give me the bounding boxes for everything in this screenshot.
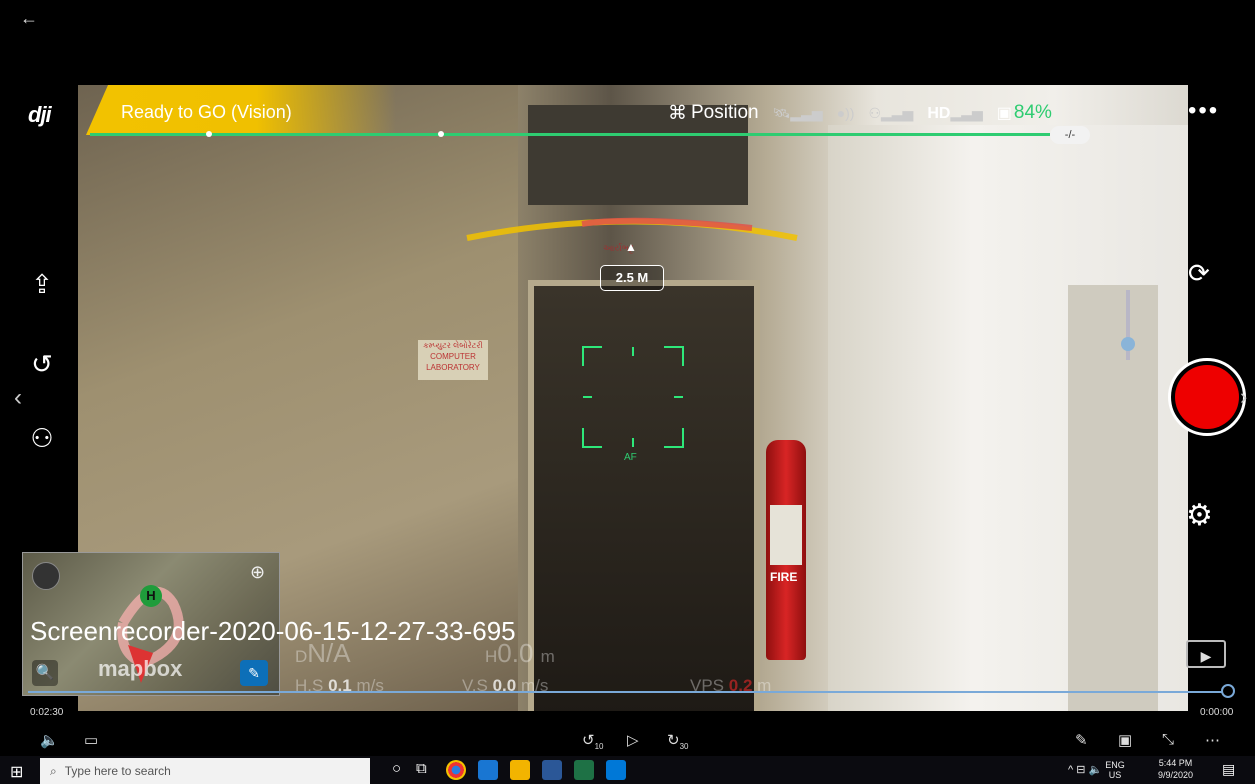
flight-mode[interactable]: Position	[691, 102, 759, 124]
hd-signal[interactable]: HD▂▃▅	[927, 102, 982, 124]
notification-icon[interactable]: ▤	[1222, 761, 1235, 778]
word-icon[interactable]	[542, 760, 562, 780]
tray-language[interactable]: ENG US	[1105, 760, 1125, 780]
back-arrow-icon[interactable]: ←	[20, 8, 38, 29]
extinguisher-label	[770, 505, 802, 565]
edit-icon[interactable]: ✎	[1075, 731, 1088, 749]
compass-icon[interactable]	[32, 562, 60, 590]
camera-settings-icon[interactable]: ⚙	[1186, 498, 1213, 533]
skip-forward-button[interactable]: ↻30	[667, 731, 688, 751]
progress-dot	[438, 131, 444, 137]
battery-percentage[interactable]: 84%	[1014, 102, 1052, 124]
dji-logo: dji	[28, 102, 52, 127]
chrome-icon[interactable]	[446, 760, 466, 780]
distance-readout: DN/A	[295, 638, 351, 668]
pillar	[1068, 285, 1158, 711]
horizontal-speed-readout: H.S 0.1 m/s	[295, 676, 384, 695]
telemetry-topbar: ⌘ Position 🛰▂▃▅ ●)) ⚇▂▃▅ HD▂▃▅ ▣ 84%	[668, 98, 1052, 128]
cortana-icon[interactable]: ○	[392, 760, 401, 777]
camera-switch-icon[interactable]: ⟳	[1188, 258, 1210, 289]
mapbox-logo: mapbox	[98, 656, 183, 681]
record-button[interactable]	[1168, 358, 1246, 436]
home-marker: H	[140, 585, 162, 607]
af-label: AF	[624, 452, 637, 463]
height-readout: H0.0 m	[485, 638, 555, 668]
vps-readout: VPS 0.2 m	[690, 676, 772, 695]
seek-bar[interactable]	[28, 691, 1228, 693]
status-text[interactable]: Ready to GO (Vision)	[121, 102, 292, 123]
seek-knob[interactable]	[1221, 684, 1235, 698]
task-view-icon[interactable]: ⧉	[416, 760, 427, 777]
taskbar-search[interactable]: ⌕ Type here to search	[40, 758, 370, 784]
windows-start-icon[interactable]: ⊞	[10, 762, 23, 782]
more-options-icon[interactable]: ⋯	[1205, 731, 1220, 749]
progress-dot	[206, 131, 212, 137]
status-progress-line	[90, 133, 1050, 136]
lab-sign: કમ્પ્યુટર લેબોરેટરી COMPUTER LABORATORY	[418, 340, 488, 380]
vertical-speed-readout: V.S 0.0 m/s	[462, 676, 549, 695]
time-elapsed: 0:02:30	[30, 707, 64, 718]
remote-controller-icon[interactable]: ⚇	[22, 418, 62, 458]
search-placeholder: Type here to search	[64, 764, 171, 778]
focus-box[interactable]	[582, 346, 684, 448]
play-button[interactable]: ▷	[627, 731, 639, 749]
mini-view-icon[interactable]: ▣	[1118, 731, 1132, 749]
drone-mode-icon: ⌘	[668, 102, 687, 124]
locate-icon[interactable]: ⊕	[250, 562, 265, 583]
collapse-icon[interactable]: ⤡	[1162, 731, 1174, 748]
heading-triangle-icon: ▲	[625, 240, 637, 254]
recording-name: Screenrecorder-2020-06-15-12-27-33-695	[30, 616, 516, 646]
obstacle-signal-icon[interactable]: ●))	[837, 105, 855, 121]
distance-label: 2.5 M	[600, 265, 664, 291]
chevron-left-icon[interactable]: ‹	[14, 384, 22, 412]
media-player-icon[interactable]	[606, 760, 626, 780]
time-remaining: 0:00:00	[1200, 707, 1234, 718]
captions-icon[interactable]: ▭	[84, 731, 98, 749]
takeoff-icon[interactable]: ⇪	[22, 264, 62, 304]
zoom-icon[interactable]: 🔍	[32, 660, 58, 686]
calculator-icon[interactable]	[478, 760, 498, 780]
more-icon[interactable]: •••	[1188, 97, 1219, 125]
doorway	[528, 280, 760, 711]
volume-icon[interactable]: 🔈	[40, 731, 59, 749]
gimbal-slider-knob[interactable]	[1121, 337, 1135, 351]
excel-icon[interactable]	[574, 760, 594, 780]
search-icon: ⌕	[50, 764, 57, 778]
skip-back-button[interactable]: ↺10	[582, 731, 603, 751]
record-icon	[1175, 365, 1239, 429]
eraser-icon[interactable]: ✎	[240, 660, 268, 686]
chevron-right-icon[interactable]: ›	[1240, 384, 1247, 410]
extinguisher-text: FIRE	[770, 570, 798, 584]
taskbar-clock[interactable]: 5:44 PM 9/9/2020	[1158, 757, 1193, 781]
remote-signal-icon[interactable]: ⚇▂▃▅	[868, 105, 913, 122]
timer-chip: -/-	[1050, 126, 1090, 144]
system-tray[interactable]: ^ ⊟ 🔈 ENG US	[1068, 760, 1125, 780]
file-explorer-icon[interactable]	[510, 760, 530, 780]
gps-signal-icon[interactable]: 🛰▂▃▅	[773, 105, 823, 122]
battery-icon[interactable]: ▣	[997, 103, 1012, 123]
return-home-icon[interactable]: ↺	[22, 344, 62, 384]
playback-button[interactable]: ▶	[1186, 640, 1226, 668]
